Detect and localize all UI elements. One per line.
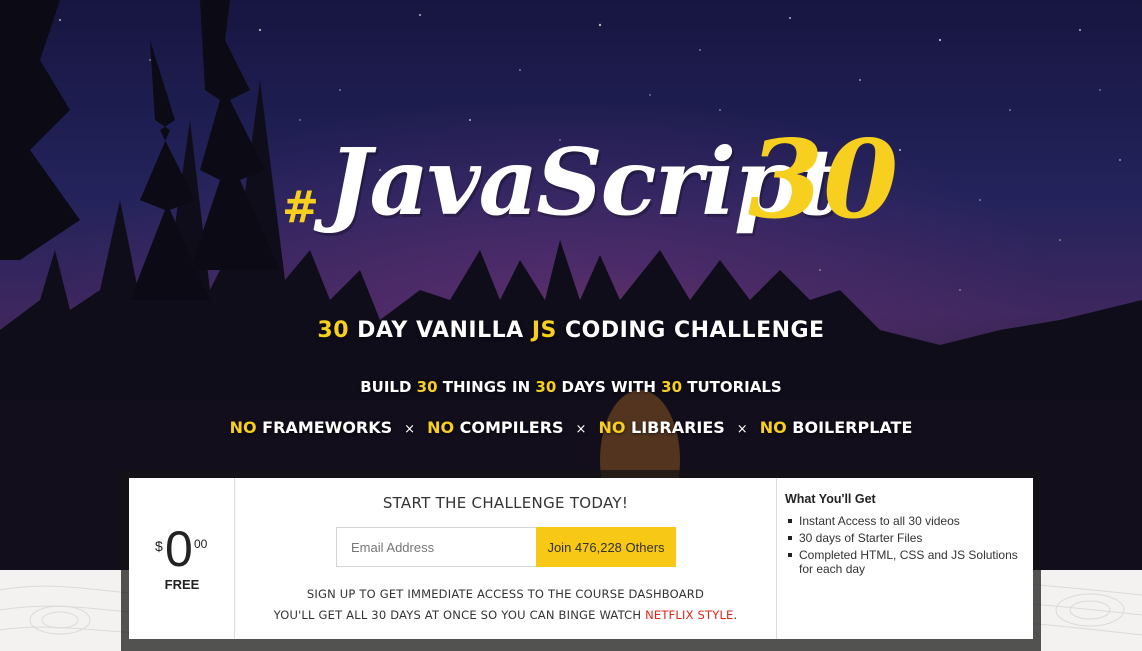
netflix-style-text: NETFLIX STYLE [645,608,734,622]
what-you-get-list: Instant Access to all 30 videos 30 days … [785,514,1025,576]
tagline-text: COMPILERS [454,418,564,437]
tagline-text: LIBRARIES [625,418,725,437]
info-text: . [733,608,738,622]
info-line-1: SIGN UP TO GET IMMEDIATE ACCESS TO THE C… [306,587,705,601]
tagline-highlight: 30 [535,378,557,396]
javascript30-logo: # JavaScript 30 [270,118,898,278]
tagline-text: TUTORIALS [682,378,782,396]
price-box: $ 0 00 FREE [129,478,235,639]
join-button[interactable]: Join 476,228 Others [536,527,676,567]
tagline-text: BUILD [360,378,417,396]
signup-panel: $ 0 00 FREE START THE CHALLENGE TODAY! J… [129,478,1033,639]
tagline-highlight: NO [759,418,787,437]
separator-icon: × [404,422,416,437]
tagline-highlight: NO [598,418,626,437]
tagline-text: CODING CHALLENGE [556,318,825,343]
tagline-text: THINGS IN [437,378,536,396]
logo-hash: # [282,182,319,233]
signup-form: Join 476,228 Others [336,527,676,567]
signup-heading: START THE CHALLENGE TODAY! [382,494,629,512]
separator-icon: × [575,422,587,437]
separator-icon: × [736,422,748,437]
list-item: 30 days of Starter Files [785,531,1025,545]
signup-info: SIGN UP TO GET IMMEDIATE ACCESS TO THE C… [235,584,776,626]
tagline-build: BUILD 30 THINGS IN 30 DAYS WITH 30 TUTOR… [0,378,1142,396]
list-item: Completed HTML, CSS and JS Solutions for… [785,548,1025,576]
tagline-highlight: 30 [661,378,683,396]
tagline-highlight: JS [531,318,557,343]
email-input[interactable] [336,527,536,567]
tagline-challenge: 30 DAY VANILLA JS CODING CHALLENGE [0,318,1142,343]
price-amount: 0 [165,521,193,577]
price-cents: 00 [194,537,208,551]
info-line-2: YOU'LL GET ALL 30 DAYS AT ONCE SO YOU CA… [235,605,776,626]
tagline-text: BOILERPLATE [786,418,913,437]
price-label: FREE [164,577,200,592]
list-item: Instant Access to all 30 videos [785,514,1025,528]
what-you-get-title: What You'll Get [785,492,876,506]
tagline-no-list: NO FRAMEWORKS × NO COMPILERS × NO LIBRARIES ×… [0,418,1142,437]
tagline-highlight: 30 [416,378,438,396]
what-you-get-box: What You'll Get Instant Access to all 30… [777,478,1033,639]
price-currency: $ [155,538,163,554]
signup-box: START THE CHALLENGE TODAY! Join 476,228 … [235,478,777,639]
tagline-text: DAY VANILLA [349,318,532,343]
logo-number: 30 [748,117,899,243]
tagline-highlight: 30 [317,318,350,343]
tagline-text: FRAMEWORKS [256,418,393,437]
tagline-highlight: NO [229,418,257,437]
info-text: YOU'LL GET ALL 30 DAYS AT ONCE SO YOU CA… [273,608,646,622]
tagline-text: DAYS WITH [556,378,662,396]
tagline-highlight: NO [427,418,455,437]
